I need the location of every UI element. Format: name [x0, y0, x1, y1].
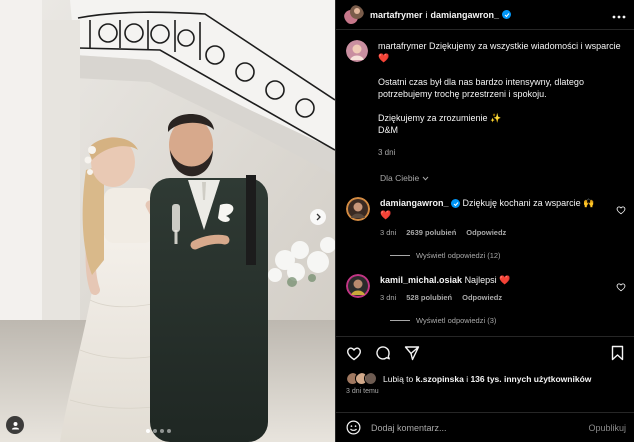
post-authors: martafrymer i damiangawron_ [370, 9, 512, 20]
caption-paragraph: Ostatni czas był dla nas bardzo intensyw… [378, 77, 584, 99]
comment-text: kamil_michal.osiak Najlepsi ❤️ [380, 274, 605, 286]
view-replies-button[interactable]: Wyświetl odpowiedzi (3) [390, 316, 626, 325]
sparkles-emoji: ✨ [490, 113, 502, 123]
verified-badge-icon [502, 10, 512, 19]
wedding-photo-illustration [0, 0, 335, 442]
view-replies-button[interactable]: Wyświetl odpowiedzi (12) [390, 251, 626, 260]
authors-joiner: i [425, 9, 428, 20]
post-modal: martafrymer i damiangawron_ martafrymer [0, 0, 634, 442]
caption: martafrymer Dziękujemy za wszystkie wiad… [346, 40, 626, 159]
emoji-icon[interactable] [346, 420, 361, 435]
post-date[interactable]: 3 dni temu [346, 388, 624, 395]
comment-item: kamil_michal.osiak Najlepsi ❤️ 3 dni 528… [346, 274, 626, 302]
likes-others-link[interactable]: 136 tys. innych użytkowników [470, 374, 591, 384]
chevron-right-icon [316, 213, 321, 221]
comment-username[interactable]: damiangawron_ [380, 198, 449, 208]
post-details-panel: martafrymer i damiangawron_ martafrymer [335, 0, 634, 442]
carousel-indicator [146, 429, 171, 433]
comment-meta: 3 dni 2639 polubień Odpowiedz [380, 228, 605, 237]
avatar [364, 372, 377, 385]
bookmark-icon[interactable] [611, 345, 624, 361]
post-photo[interactable] [0, 0, 335, 442]
comment-likes[interactable]: 2639 polubień [406, 228, 456, 237]
carousel-dot [146, 429, 150, 433]
caption-line1: Dziękujemy za wszystkie wiadomości i wsp… [429, 41, 621, 51]
author-username[interactable]: martafrymer [370, 10, 423, 20]
comment-composer: Opublikuj [336, 412, 634, 442]
reply-button[interactable]: Odpowiedz [462, 293, 502, 302]
comment-icon[interactable] [375, 345, 391, 361]
comment-item: damiangawron_ Dziękuję kochani za wsparc… [346, 197, 626, 237]
caption-heart-emoji: ❤️ [378, 53, 390, 63]
post-header: martafrymer i damiangawron_ [336, 0, 634, 30]
avatar-icon [344, 4, 364, 24]
comment-meta: 3 dni 528 polubień Odpowiedz [380, 293, 605, 302]
likers-avatars[interactable] [346, 372, 377, 385]
comment-text: damiangawron_ Dziękuję kochani za wsparc… [380, 197, 605, 221]
verified-badge-icon [451, 199, 461, 209]
avatar[interactable] [346, 274, 370, 298]
avatar[interactable] [346, 197, 370, 221]
user-icon [11, 421, 19, 430]
coauthor-username[interactable]: damiangawron_ [431, 10, 500, 20]
share-icon[interactable] [404, 345, 420, 361]
caption-signature: D&M [378, 125, 398, 135]
caption-time[interactable]: 3 dni [378, 147, 623, 159]
carousel-dot [160, 429, 164, 433]
avatar[interactable] [346, 40, 368, 62]
comment-time[interactable]: 3 dni [380, 293, 396, 302]
comment-emoji: ❤️ [499, 275, 511, 285]
likes-summary: Lubią to k.szopinska i 136 tys. innych u… [346, 372, 624, 385]
likes-text: Lubią to k.szopinska i 136 tys. innych u… [383, 373, 592, 384]
like-comment-heart-icon[interactable] [616, 205, 626, 215]
more-options-button[interactable] [612, 8, 626, 22]
caption-text: martafrymer Dziękujemy za wszystkie wiad… [378, 40, 623, 159]
comment-time[interactable]: 3 dni [380, 228, 396, 237]
coauthor-avatars[interactable] [344, 4, 364, 25]
comment-input[interactable] [371, 422, 589, 433]
carousel-dot [167, 429, 171, 433]
like-comment-heart-icon[interactable] [616, 282, 626, 292]
post-comments-area: martafrymer Dziękujemy za wszystkie wiad… [336, 30, 634, 325]
caption-username[interactable]: martafrymer [378, 41, 427, 51]
tagged-users-button[interactable] [6, 416, 24, 434]
reply-button[interactable]: Odpowiedz [466, 228, 506, 237]
like-heart-icon[interactable] [346, 346, 362, 361]
more-horizontal-icon [612, 15, 626, 18]
comment-likes[interactable]: 528 polubień [406, 293, 452, 302]
next-photo-button[interactable] [310, 209, 326, 225]
comment-body: Dziękuję kochani za wsparcie [462, 198, 581, 208]
carousel-dot [153, 429, 157, 433]
caption-thanks: Dziękujemy za zrozumienie ✨ [378, 113, 502, 123]
action-icons [346, 345, 624, 361]
replies-line [390, 320, 410, 321]
publish-button[interactable]: Opublikuj [588, 423, 626, 433]
chevron-down-icon [422, 176, 428, 181]
liker-username[interactable]: k.szopinska [416, 374, 464, 384]
sort-comments-dropdown[interactable]: Dla Ciebie [380, 173, 626, 183]
post-actions: Lubią to k.szopinska i 136 tys. innych u… [336, 336, 634, 395]
comment-username[interactable]: kamil_michal.osiak [380, 275, 462, 285]
replies-line [390, 255, 410, 256]
comment-body: Najlepsi [464, 275, 497, 285]
